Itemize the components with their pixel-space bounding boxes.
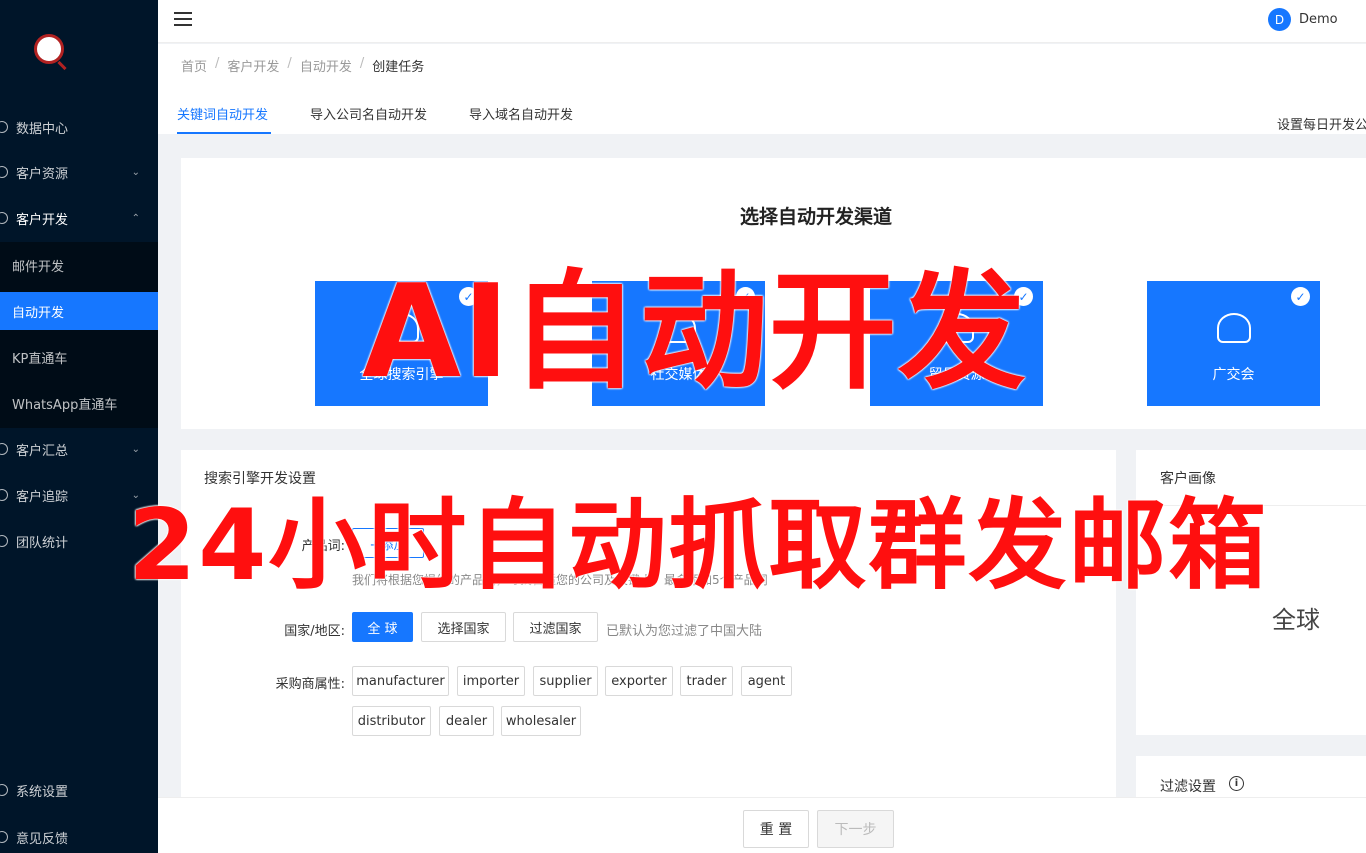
channel-label: 社交媒体 <box>650 367 707 383</box>
divider <box>1136 505 1366 506</box>
buyer-type-wholesaler[interactable]: wholesaler <box>501 706 581 736</box>
social-media-icon <box>661 313 696 343</box>
sidebar-item-team-stats[interactable]: 团队统计 <box>0 521 158 561</box>
search-engine-settings: 搜索引擎开发设置 产品词: +添加 我们将根据您提供的产品词，寻找合适您的公司及… <box>181 450 1116 800</box>
channel-search-engine[interactable]: ✓ 全球搜索引擎 <box>315 281 488 406</box>
channel-canton-fair[interactable]: ✓ 广交会 <box>1147 281 1320 406</box>
logo <box>34 34 64 64</box>
chevron-down-icon: ⌄ <box>131 489 140 501</box>
buyer-type-manufacturer[interactable]: manufacturer <box>352 666 449 696</box>
next-step-button[interactable]: 下一步 <box>817 810 894 848</box>
topbar: 首页 / 客户开发 / 自动开发 / 创建任务 关键词自动开发 导入公司名自动开… <box>158 44 1366 134</box>
buyer-type-distributor[interactable]: distributor <box>352 706 431 736</box>
select-country-button[interactable]: 选择国家 <box>421 612 506 642</box>
search-engine-icon <box>384 313 419 343</box>
reset-button[interactable]: 重 置 <box>743 810 809 848</box>
dashboard-icon <box>0 121 8 133</box>
menu-toggle-icon[interactable] <box>174 12 192 26</box>
buyer-type-importer[interactable]: importer <box>457 666 525 696</box>
check-icon: ✓ <box>1014 287 1033 306</box>
sidebar-item-customer-summary[interactable]: 客户汇总 ⌄ <box>0 429 158 469</box>
tab-company-import[interactable]: 导入公司名自动开发 <box>310 104 427 123</box>
sidebar-item-label: 系统设置 <box>16 784 69 800</box>
sidebar-item-data-center[interactable]: 数据中心 <box>0 107 158 147</box>
sidebar-item-label: 意见反馈 <box>16 831 69 847</box>
tab-domain-import[interactable]: 导入域名自动开发 <box>469 104 573 123</box>
check-icon: ✓ <box>459 287 478 306</box>
breadcrumb-customer-development[interactable]: 客户开发 <box>227 56 279 75</box>
channel-label: 广交会 <box>1212 367 1255 383</box>
avatar[interactable]: D <box>1268 8 1291 31</box>
submenu-item-kp-express[interactable]: KP直通车 <box>0 338 158 376</box>
channel-social-media[interactable]: ✓ 社交媒体 <box>592 281 765 406</box>
sidebar-item-customer-development[interactable]: 客户开发 ⌃ <box>0 198 158 238</box>
buyer-type-label: 采购商属性: <box>275 677 345 692</box>
gear-icon <box>0 784 8 796</box>
breadcrumb-home[interactable]: 首页 <box>181 56 207 75</box>
chevron-up-icon: ⌃ <box>131 212 140 224</box>
product-label: 产品词: <box>301 539 345 554</box>
sidebar-item-label: 团队统计 <box>16 535 69 551</box>
buyer-type-trader[interactable]: trader <box>680 666 733 696</box>
customer-profile-panel: 客户画像 全球 <box>1136 450 1366 735</box>
sidebar-item-label: 客户开发 <box>16 212 69 228</box>
submenu-item-whatsapp-express[interactable]: WhatsApp直通车 <box>0 384 158 422</box>
add-product-button[interactable]: +添加 <box>352 528 424 558</box>
country-hint: 已默认为您过滤了中国大陆 <box>606 624 763 639</box>
filter-country-button[interactable]: 过滤国家 <box>513 612 598 642</box>
sidebar-item-label: 客户追踪 <box>16 489 69 505</box>
buyer-type-agent[interactable]: agent <box>741 666 792 696</box>
channel-label: 全球搜索引擎 <box>359 367 444 383</box>
tab-keyword-auto[interactable]: 关键词自动开发 <box>177 104 268 123</box>
tab-underline <box>177 132 271 134</box>
submenu-item-email-development[interactable]: 邮件开发 <box>0 246 158 284</box>
feedback-icon <box>0 831 8 843</box>
target-icon <box>0 489 8 501</box>
sidebar-item-customer-tracking[interactable]: 客户追踪 ⌄ <box>0 475 158 515</box>
sidebar-item-feedback[interactable]: 意见反馈 <box>0 817 158 853</box>
chart-icon <box>0 535 8 547</box>
user-group-icon <box>0 443 8 455</box>
settings-title: 搜索引擎开发设置 <box>204 471 316 487</box>
channel-label: 贸易资源 <box>928 367 985 383</box>
chevron-down-icon: ⌄ <box>131 166 140 178</box>
ship-icon <box>939 313 974 343</box>
sidebar-item-system-settings[interactable]: 系统设置 <box>0 770 158 810</box>
check-icon: ✓ <box>1291 287 1310 306</box>
customer-profile-title: 客户画像 <box>1160 471 1216 487</box>
country-label: 国家/地区: <box>284 624 345 639</box>
channel-title: 选择自动开发渠道 <box>739 206 892 228</box>
buyer-type-dealer[interactable]: dealer <box>439 706 494 736</box>
sidebar-item-label: 客户资源 <box>16 166 69 182</box>
header: D Demo <box>158 0 1366 43</box>
buyer-type-exporter[interactable]: exporter <box>605 666 673 696</box>
user-name[interactable]: Demo <box>1299 12 1338 27</box>
breadcrumb-separator: / <box>287 56 292 71</box>
channel-card: 选择自动开发渠道 ✓ 全球搜索引擎 ✓ 社交媒体 ✓ 贸易资源 ✓ 广交会 <box>181 158 1366 429</box>
sidebar-item-customer-resources[interactable]: 客户资源 ⌄ <box>0 152 158 192</box>
sidebar-item-label: 数据中心 <box>16 121 69 137</box>
info-icon[interactable]: i <box>1229 776 1244 791</box>
breadcrumb: 首页 / 客户开发 / 自动开发 / 创建任务 <box>181 56 424 75</box>
filter-settings-title: 过滤设置 <box>1160 779 1216 795</box>
country-global-button[interactable]: 全 球 <box>352 612 413 642</box>
customer-profile-value: 全球 <box>1272 606 1320 634</box>
channel-trade-resources[interactable]: ✓ 贸易资源 <box>870 281 1043 406</box>
chevron-down-icon: ⌄ <box>131 443 140 455</box>
product-hint: 我们将根据您提供的产品词，寻找合适您的公司及关键人，最多添加5个产品词 <box>352 573 768 587</box>
breadcrumb-current: 创建任务 <box>372 60 425 75</box>
breadcrumb-auto-development[interactable]: 自动开发 <box>300 56 352 75</box>
breadcrumb-separator: / <box>215 56 220 71</box>
sidebar-item-label: 客户汇总 <box>16 443 69 459</box>
sidebar: 数据中心 客户资源 ⌄ 客户开发 ⌃ 邮件开发 自动开发 KP直通车 Whats… <box>0 0 158 853</box>
footer-bar: 重 置 下一步 <box>158 797 1366 853</box>
check-icon: ✓ <box>736 287 755 306</box>
breadcrumb-separator: / <box>359 56 365 71</box>
people-icon <box>1216 313 1251 343</box>
submenu-item-auto-development[interactable]: 自动开发 <box>0 292 158 330</box>
daily-setting-link[interactable]: 设置每日开发公 <box>1277 114 1366 133</box>
user-icon <box>0 166 8 178</box>
buyer-type-supplier[interactable]: supplier <box>533 666 598 696</box>
develop-icon <box>0 212 8 224</box>
